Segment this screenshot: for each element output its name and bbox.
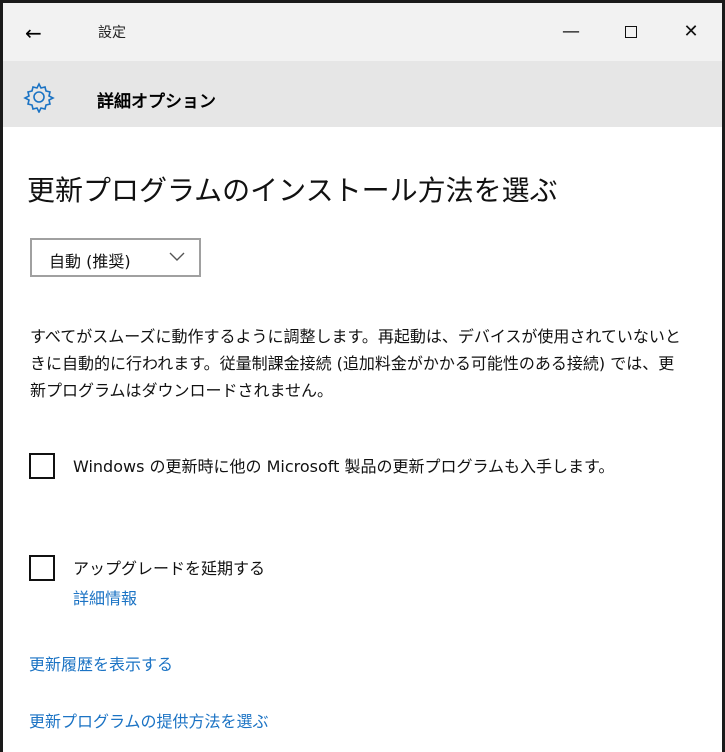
delivery-method-link[interactable]: 更新プログラムの提供方法を選ぶ xyxy=(29,708,269,732)
defer-upgrades-label: アップグレードを延期する xyxy=(73,559,266,578)
minimize-button[interactable]: — xyxy=(548,17,594,47)
section-heading: 更新プログラムのインストール方法を選ぶ xyxy=(27,174,558,207)
maximize-icon xyxy=(625,26,637,38)
more-info-link[interactable]: 詳細情報 xyxy=(73,585,137,609)
page-title: 詳細オプション xyxy=(97,92,216,112)
close-button[interactable]: ✕ xyxy=(668,17,714,47)
other-products-label: Windows の更新時に他の Microsoft 製品の更新プログラムも入手し… xyxy=(73,457,615,476)
gear-icon xyxy=(23,82,55,113)
back-button[interactable]: ← xyxy=(25,19,65,47)
dropdown-selected-value: 自動 (推奨) xyxy=(49,252,131,271)
install-method-dropdown[interactable]: 自動 (推奨) xyxy=(30,238,201,277)
chevron-down-icon xyxy=(169,252,185,261)
back-arrow-icon: ← xyxy=(25,21,42,45)
maximize-button[interactable] xyxy=(608,17,654,47)
other-products-checkbox[interactable] xyxy=(29,453,55,479)
page-header: 詳細オプション xyxy=(3,61,722,127)
settings-window: ← 設定 — ✕ 詳細オプション 更新プログラムのインストール方法を選ぶ 自動 … xyxy=(0,0,725,752)
title-bar: ← 設定 — ✕ xyxy=(3,3,722,61)
update-history-link[interactable]: 更新履歴を表示する xyxy=(29,651,173,675)
minimize-icon: — xyxy=(562,21,580,42)
defer-upgrades-checkbox[interactable] xyxy=(29,555,55,581)
window-title: 設定 xyxy=(98,25,126,41)
description-text: すべてがスムーズに動作するように調整します。再起動は、デバイスが使用されていない… xyxy=(30,327,681,400)
close-icon: ✕ xyxy=(683,21,699,42)
